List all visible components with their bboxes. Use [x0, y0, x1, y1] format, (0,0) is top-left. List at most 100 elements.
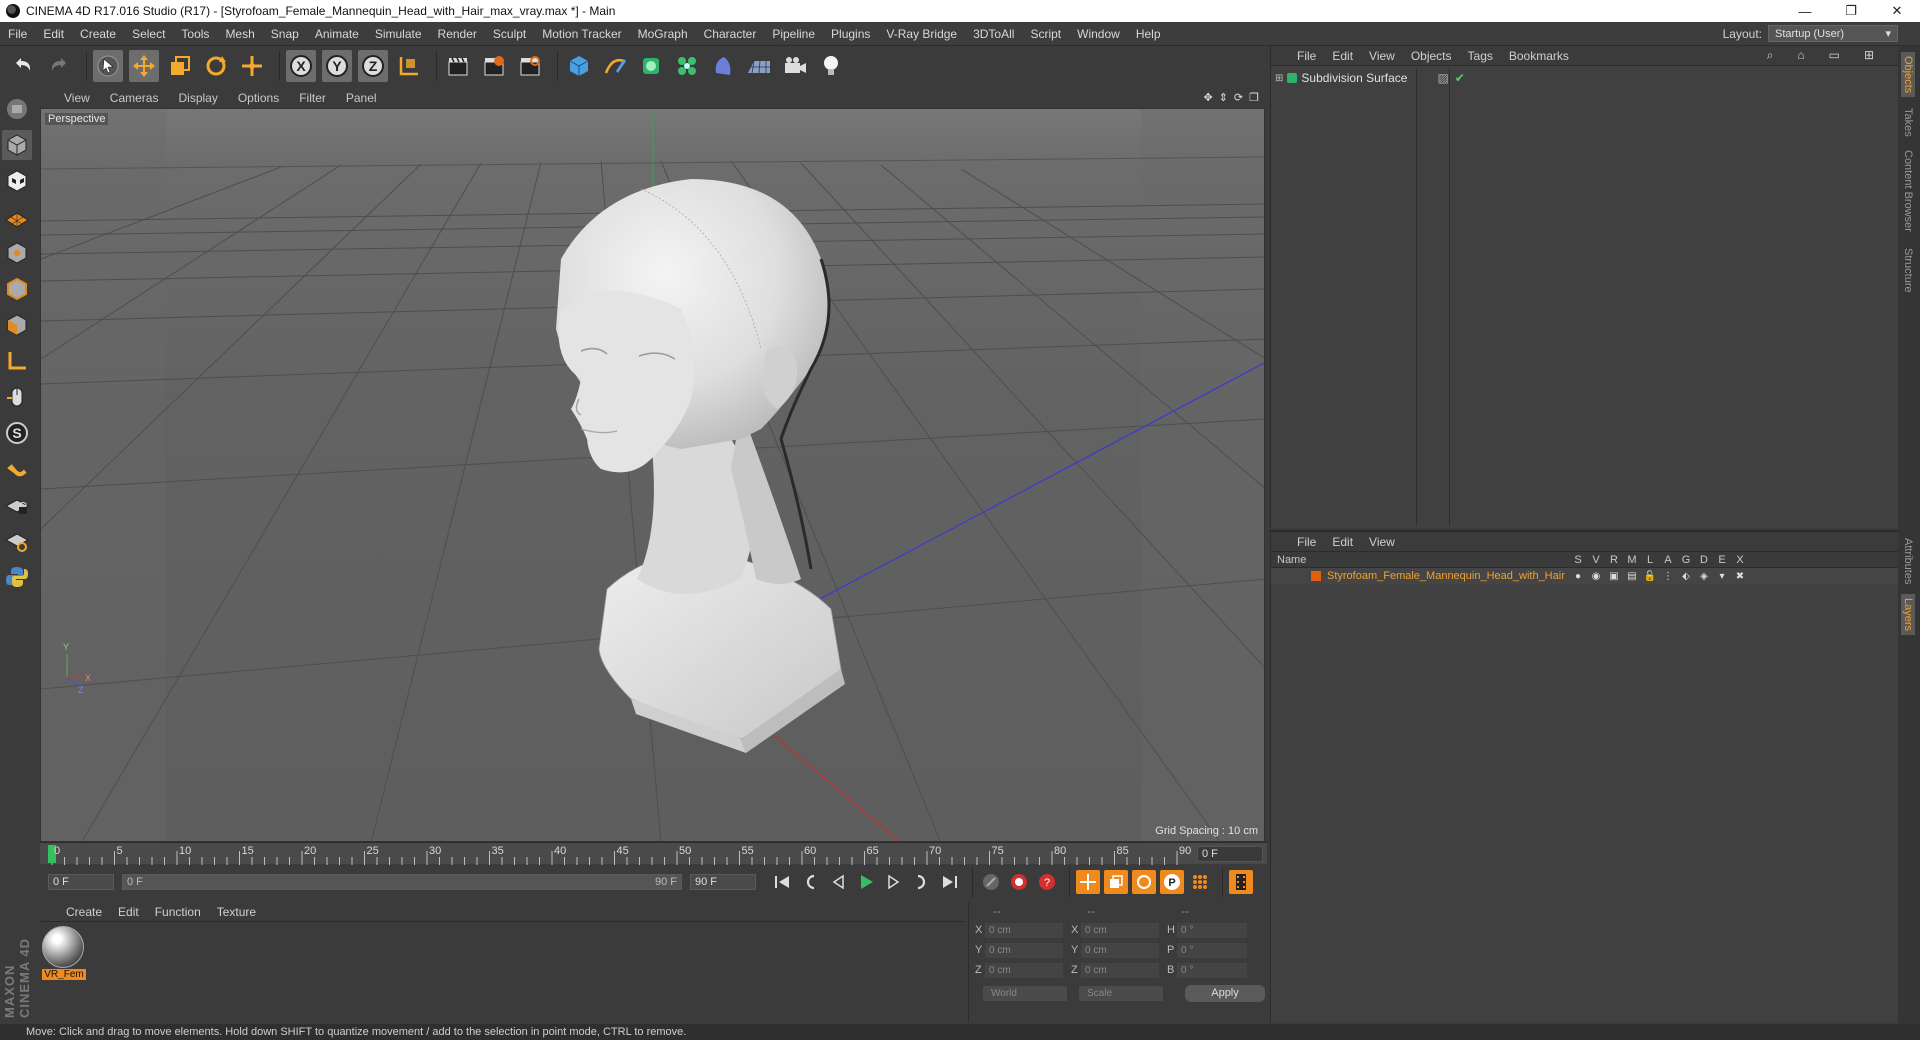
expand-plus-icon[interactable]: ⊞ — [1275, 73, 1283, 84]
minimize-button[interactable]: — — [1782, 0, 1828, 22]
solo-button[interactable]: S — [2, 418, 32, 448]
objects-menu-objects[interactable]: Objects — [1411, 49, 1452, 63]
xref-icon[interactable]: ✖ — [1731, 571, 1749, 582]
python-button[interactable] — [2, 562, 32, 592]
menu-sculpt[interactable]: Sculpt — [485, 22, 534, 46]
world-mode-dropdown[interactable]: World — [983, 985, 1067, 1001]
frame-range-slider[interactable]: 0 F 90 F — [122, 874, 682, 890]
add-cube-button[interactable] — [564, 50, 594, 82]
viewport-menu-panel[interactable]: Panel — [346, 91, 377, 105]
autokeying-button[interactable]: ? — [1035, 870, 1059, 894]
menu-edit[interactable]: Edit — [35, 22, 72, 46]
lock-z-axis-button[interactable]: Z — [358, 50, 388, 82]
tab-attributes[interactable]: Attributes — [1901, 534, 1915, 588]
object-row[interactable]: ⊞ Subdivision Surface ▨ ✔ — [1275, 70, 1465, 86]
texture-mode-button[interactable] — [2, 166, 32, 196]
key-pla-button[interactable] — [1188, 870, 1212, 894]
rotation-p-field[interactable]: 0 ° — [1177, 942, 1247, 958]
go-to-end-button[interactable] — [938, 870, 962, 894]
manager-icon[interactable]: ▤ — [1623, 571, 1641, 582]
filter-icon[interactable]: ▭ — [1829, 48, 1840, 63]
expand-icon[interactable]: ⊞ — [1864, 48, 1874, 63]
objects-menu-view[interactable]: View — [1369, 49, 1395, 63]
polygons-mode-button[interactable] — [2, 310, 32, 340]
lock-y-axis-button[interactable]: Y — [322, 50, 352, 82]
menu-file[interactable]: File — [0, 22, 35, 46]
render-picture-viewer-button[interactable] — [479, 50, 509, 82]
add-nurbs-button[interactable] — [636, 50, 666, 82]
menu-tools[interactable]: Tools — [173, 22, 217, 46]
menu-create[interactable]: Create — [72, 22, 124, 46]
menu-plugins[interactable]: Plugins — [823, 22, 878, 46]
make-editable-button[interactable] — [2, 94, 32, 124]
objects-menu-file[interactable]: File — [1297, 49, 1316, 63]
menu-help[interactable]: Help — [1128, 22, 1169, 46]
viewport-menu-display[interactable]: Display — [178, 91, 217, 105]
size-x-field[interactable]: 0 cm — [1081, 922, 1159, 938]
play-button[interactable] — [854, 870, 878, 894]
render-icon[interactable]: ▣ — [1605, 571, 1623, 582]
render-settings-button[interactable] — [515, 50, 545, 82]
record-active-objects-button[interactable] — [1007, 870, 1031, 894]
perspective-viewport[interactable]: Y X Z Perspective Grid Spacing : 10 cm — [40, 108, 1265, 842]
generator-icon[interactable]: ⬖ — [1677, 571, 1695, 582]
maximize-view-icon[interactable]: ❐ — [1249, 91, 1259, 104]
layer-row[interactable]: Styrofoam_Female_Mannequin_Head_with_Hai… — [1271, 568, 1898, 584]
menu-vray-bridge[interactable]: V-Ray Bridge — [878, 22, 965, 46]
tab-structure[interactable]: Structure — [1901, 244, 1915, 297]
restore-button[interactable]: ❐ — [1828, 0, 1874, 22]
position-z-field[interactable]: 0 cm — [985, 962, 1063, 978]
add-light-button[interactable] — [816, 50, 846, 82]
previous-frame-button[interactable] — [826, 870, 850, 894]
add-mograph-button[interactable] — [672, 50, 702, 82]
menu-select[interactable]: Select — [124, 22, 173, 46]
enable-axis-button[interactable] — [2, 346, 32, 376]
next-key-button[interactable] — [910, 870, 934, 894]
material-menu-texture[interactable]: Texture — [217, 905, 256, 919]
lock-workplane-button[interactable] — [2, 490, 32, 520]
undo-button[interactable] — [8, 50, 38, 82]
start-frame-field[interactable]: 0 F — [48, 874, 114, 890]
move-tool-button[interactable] — [129, 50, 159, 82]
rotation-h-field[interactable]: 0 ° — [1177, 922, 1247, 938]
next-frame-button[interactable] — [882, 870, 906, 894]
viewport-menu-options[interactable]: Options — [238, 91, 279, 105]
key-parameter-button[interactable]: P — [1160, 870, 1184, 894]
objects-menu-bookmarks[interactable]: Bookmarks — [1509, 49, 1569, 63]
menu-animate[interactable]: Animate — [307, 22, 367, 46]
menu-render[interactable]: Render — [430, 22, 485, 46]
deformer-flag-icon[interactable]: ◈ — [1695, 571, 1713, 582]
add-deformer-button[interactable] — [708, 50, 738, 82]
menu-mograph[interactable]: MoGraph — [630, 22, 696, 46]
model-mode-button[interactable] — [2, 130, 32, 160]
tweak-mode-button[interactable] — [2, 382, 32, 412]
tab-takes[interactable]: Takes — [1901, 104, 1915, 141]
expression-icon[interactable]: ▾ — [1713, 571, 1731, 582]
position-y-field[interactable]: 0 cm — [985, 942, 1063, 958]
redo-button[interactable] — [44, 50, 74, 82]
points-mode-button[interactable] — [2, 238, 32, 268]
material-menu-function[interactable]: Function — [155, 905, 201, 919]
rotate-tool-button[interactable] — [201, 50, 231, 82]
lock-x-axis-button[interactable]: X — [286, 50, 316, 82]
current-frame-field[interactable]: 0 F — [1197, 846, 1263, 862]
layer-name-cell[interactable]: Styrofoam_Female_Mannequin_Head_with_Hai… — [1271, 570, 1569, 582]
size-z-field[interactable]: 0 cm — [1081, 962, 1159, 978]
material-menu-edit[interactable]: Edit — [118, 905, 139, 919]
coordinate-system-button[interactable] — [394, 50, 424, 82]
key-scale-button[interactable] — [1104, 870, 1128, 894]
menu-character[interactable]: Character — [696, 22, 765, 46]
viewport-menu-cameras[interactable]: Cameras — [110, 91, 159, 105]
layers-menu-view[interactable]: View — [1369, 535, 1395, 549]
key-rotation-button[interactable] — [1132, 870, 1156, 894]
eye-icon[interactable]: ◉ — [1587, 571, 1605, 582]
solo-dot-icon[interactable]: ● — [1569, 571, 1587, 582]
timeline-ruler[interactable]: 0 5 10 15 20 25 30 35 40 45 50 55 60 65 70 75 80 85 90 0 F — [40, 842, 1267, 865]
mannequin-head-model[interactable] — [556, 179, 845, 753]
name-column-header[interactable]: Name — [1271, 554, 1569, 566]
pan-icon[interactable]: ✥ — [1203, 91, 1212, 104]
layer-color-swatch[interactable] — [1311, 571, 1321, 581]
layers-menu-file[interactable]: File — [1297, 535, 1316, 549]
home-icon[interactable]: ⌂ — [1797, 48, 1804, 63]
menu-snap[interactable]: Snap — [263, 22, 307, 46]
